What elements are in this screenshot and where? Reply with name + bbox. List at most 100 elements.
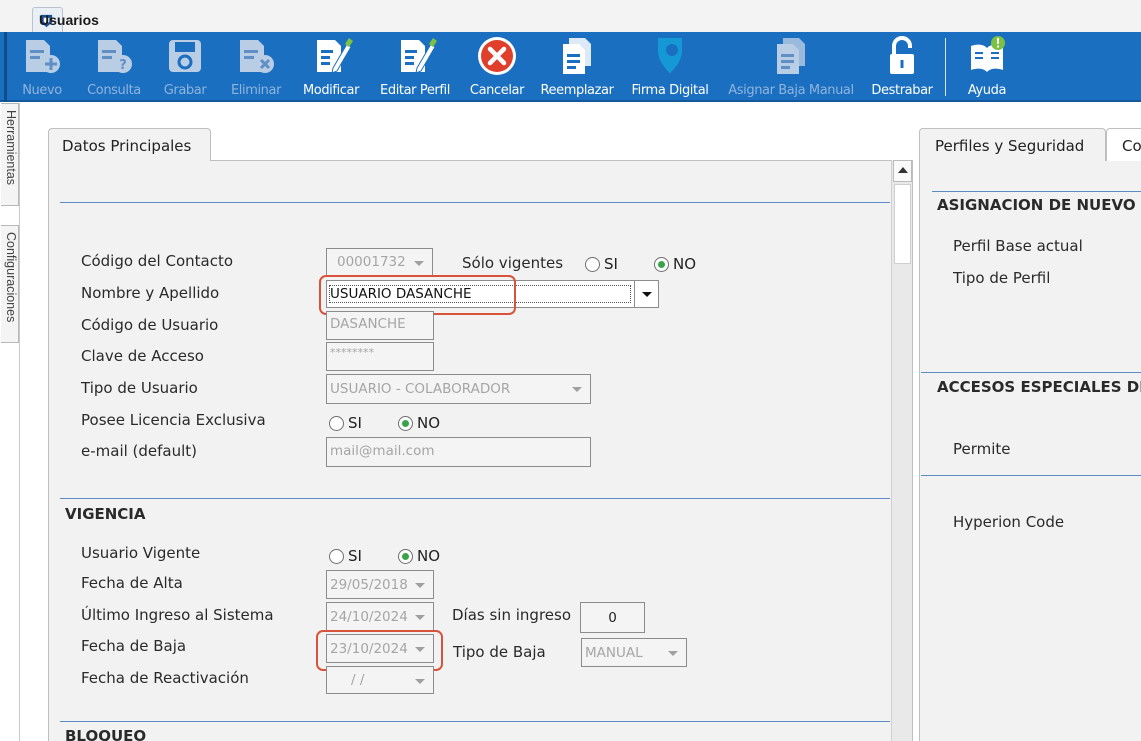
digital-signature-button-label: Firma Digital bbox=[631, 83, 709, 98]
license-si-radio[interactable]: SI bbox=[329, 414, 362, 432]
only-active-si-radio[interactable]: SI bbox=[585, 255, 618, 273]
user-code-field[interactable]: DASANCHE bbox=[326, 311, 434, 340]
license-no-radio[interactable]: NO bbox=[398, 414, 440, 432]
replace-icon bbox=[563, 38, 591, 74]
removal-type-label: Tipo de Baja bbox=[453, 643, 546, 661]
chevron-down-icon bbox=[668, 651, 678, 656]
active-user-no-radio[interactable]: NO bbox=[398, 547, 440, 565]
vigencia-section-title: VIGENCIA bbox=[65, 505, 146, 523]
tab-datos-principales-label: Datos Principales bbox=[62, 137, 192, 155]
reactivation-date-value: / / bbox=[351, 672, 365, 688]
reactivation-date-label: Fecha de Reactivación bbox=[81, 669, 249, 687]
cancel-button[interactable]: Cancelar bbox=[466, 32, 528, 102]
exclusive-license-label: Posee Licencia Exclusiva bbox=[81, 411, 266, 429]
help-button[interactable]: Ayuda bbox=[960, 32, 1014, 102]
days-without-login-label: Días sin ingreso bbox=[452, 606, 572, 624]
edit-profile-button-label: Editar Perfil bbox=[380, 83, 450, 98]
reactivation-date-field[interactable]: / / bbox=[326, 666, 434, 694]
special-access-section-title: ACCESOS ESPECIALES DES bbox=[937, 378, 1141, 396]
start-date-value: 29/05/2018 bbox=[330, 576, 408, 593]
chevron-down-icon bbox=[415, 615, 425, 620]
help-book-icon bbox=[971, 36, 1005, 72]
password-field[interactable]: ******** bbox=[326, 342, 434, 371]
digital-signature-icon bbox=[658, 38, 682, 74]
svg-text:?: ? bbox=[119, 58, 127, 73]
tab-perfiles-label: Perfiles y Seguridad bbox=[935, 137, 1085, 155]
assignment-section-title: ASIGNACION DE NUEVO PE bbox=[937, 196, 1141, 214]
profile-type-label: Tipo de Perfil bbox=[953, 269, 1051, 287]
edit-profile-button[interactable]: Editar Perfil bbox=[373, 32, 457, 102]
last-login-value: 24/10/2024 bbox=[330, 608, 408, 625]
replace-button[interactable]: Reemplazar bbox=[538, 32, 616, 102]
unlock-button[interactable]: Destrabar bbox=[866, 32, 938, 102]
contact-code-value: 00001732 bbox=[337, 254, 406, 270]
tab-perfiles-seguridad[interactable]: Perfiles y Seguridad bbox=[919, 128, 1106, 161]
tab-second-right[interactable]: Co bbox=[1106, 128, 1141, 161]
password-label: Clave de Acceso bbox=[81, 347, 204, 365]
toolbar-separator bbox=[945, 38, 946, 96]
query-document-icon: ? bbox=[98, 40, 132, 73]
contact-code-field[interactable]: 00001732 bbox=[326, 248, 433, 276]
last-login-label: Último Ingreso al Sistema bbox=[81, 606, 274, 624]
section-divider bbox=[932, 191, 1141, 192]
modify-button-label: Modificar bbox=[302, 83, 360, 98]
chevron-down-icon[interactable] bbox=[634, 281, 658, 307]
modify-button[interactable]: Modificar bbox=[297, 32, 365, 102]
delete-button-label: Eliminar bbox=[230, 83, 282, 98]
save-disk-icon bbox=[169, 40, 201, 72]
tab-usuarios[interactable]: Usuarios bbox=[32, 7, 99, 32]
end-date-label: Fecha de Baja bbox=[81, 637, 187, 655]
active-user-si-radio[interactable]: SI bbox=[329, 547, 362, 565]
password-value: ******** bbox=[330, 346, 374, 359]
full-name-label: Nombre y Apellido bbox=[81, 284, 220, 302]
chevron-down-icon bbox=[414, 261, 424, 266]
last-login-field[interactable]: 24/10/2024 bbox=[326, 602, 434, 631]
contact-code-label: Código del Contacto bbox=[81, 252, 234, 270]
scroll-thumb[interactable] bbox=[894, 184, 911, 264]
tab-datos-principales[interactable]: Datos Principales bbox=[48, 128, 211, 161]
new-button[interactable]: Nuevo bbox=[18, 32, 66, 102]
assign-manual-removal-label: Asignar Baja Manual bbox=[728, 83, 854, 98]
user-code-label: Código de Usuario bbox=[81, 316, 219, 334]
toolbar-grip bbox=[4, 32, 7, 102]
start-date-field[interactable]: 29/05/2018 bbox=[326, 570, 434, 599]
tab-label: Usuarios bbox=[39, 12, 99, 28]
vertical-scrollbar[interactable] bbox=[891, 160, 912, 741]
radio-si-label: SI bbox=[348, 414, 362, 432]
section-divider bbox=[60, 498, 890, 499]
current-base-profile-label: Perfil Base actual bbox=[953, 237, 1083, 255]
assign-manual-removal-button[interactable]: Asignar Baja Manual bbox=[724, 32, 858, 102]
user-code-value: DASANCHE bbox=[330, 316, 406, 332]
side-tab-config-label: Configuraciones bbox=[4, 232, 18, 323]
side-tab-config[interactable]: Configuraciones bbox=[1, 225, 19, 343]
edit-pencil-icon bbox=[317, 38, 353, 74]
only-active-no-radio[interactable]: NO bbox=[654, 255, 696, 273]
cancel-icon bbox=[478, 37, 516, 75]
query-button[interactable]: ? Consulta bbox=[82, 32, 146, 102]
delete-button[interactable]: Eliminar bbox=[228, 32, 284, 102]
email-label: e-mail (default) bbox=[81, 442, 198, 460]
save-button[interactable]: Grabar bbox=[160, 32, 210, 102]
user-type-combo[interactable]: USUARIO - COLABORADOR bbox=[326, 374, 591, 404]
removal-type-combo[interactable]: MANUAL bbox=[581, 638, 687, 667]
manual-removal-icon bbox=[777, 38, 805, 74]
side-tab-tools[interactable]: Herramientas bbox=[1, 103, 19, 206]
scroll-up-button[interactable] bbox=[893, 160, 912, 182]
side-tab-strip: Herramientas Configuraciones bbox=[0, 103, 20, 741]
digital-signature-button[interactable]: Firma Digital bbox=[626, 32, 714, 102]
only-active-label: Sólo vigentes bbox=[462, 254, 564, 272]
highlight-end-date bbox=[316, 630, 443, 671]
replace-button-label: Reemplazar bbox=[540, 83, 614, 98]
email-field[interactable]: mail@mail.com bbox=[326, 437, 591, 467]
chevron-down-icon bbox=[415, 583, 425, 588]
side-tab-tools-label: Herramientas bbox=[4, 110, 18, 186]
radio-unselected-icon bbox=[329, 548, 344, 564]
days-without-login-field[interactable]: 0 bbox=[580, 602, 645, 633]
main-toolbar: Nuevo ? Consulta Grabar Eliminar Modific… bbox=[0, 32, 1141, 102]
delete-document-icon bbox=[240, 40, 274, 73]
section-divider bbox=[60, 721, 890, 722]
section-divider bbox=[921, 475, 1141, 476]
radio-no-label: NO bbox=[417, 414, 441, 432]
bloqueo-section-title: BLOQUEO bbox=[65, 727, 147, 741]
removal-type-value: MANUAL bbox=[585, 644, 643, 661]
